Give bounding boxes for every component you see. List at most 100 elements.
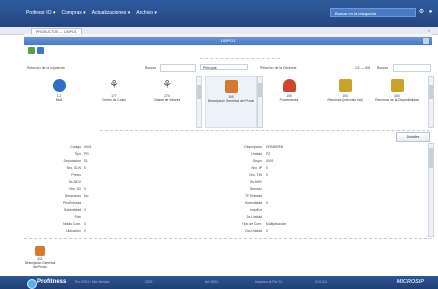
relation-card-proveedores[interactable]: 100 Proveedores (264, 76, 314, 126)
lock-icon (338, 79, 352, 92)
form-field-value[interactable]: 0 (84, 222, 86, 226)
form-field-label: Tipo (74, 152, 81, 156)
form-field-value[interactable]: PZ (266, 152, 270, 156)
app-logo-icon (27, 279, 37, 289)
globe-icon (52, 79, 66, 92)
form-field-label: 2a Unidad (246, 215, 262, 219)
menu-item-profesor[interactable]: Profesor IO ▾ (26, 10, 55, 16)
left-relation-label: Relación de la Izquierda (27, 66, 65, 70)
form-field-value[interactable]: 0 (266, 166, 268, 170)
card-label: Descripción Genérica del Produ (24, 261, 56, 269)
status-print: Impreso al Pie 01 (255, 280, 283, 284)
card-label: Recursos (Intervalo Val) (327, 98, 363, 102)
form-field-label: Notas Com. (63, 222, 81, 226)
window-close-icon[interactable] (423, 38, 429, 44)
form-field-label: Ss-NDV (68, 180, 81, 184)
form-field-label: Ss-NBV (249, 180, 262, 184)
left-search-input[interactable] (160, 64, 196, 72)
form-field-label: Fols (74, 215, 81, 219)
menu-item-archivo[interactable]: Archivo ▾ (136, 10, 157, 16)
right-relation-list: 100 Proveedores 103 Recursos (Intervalo … (264, 76, 429, 126)
form-field-value[interactable]: 0001 (266, 159, 274, 163)
form-field-label: Unidad (251, 152, 262, 156)
form-field-label: Cto.Unidad (245, 229, 262, 233)
center-scrollbar[interactable] (257, 76, 263, 128)
form-field-value[interactable]: PR (84, 152, 89, 156)
form-field-label: Codigo (70, 145, 81, 149)
left-relation-list: 1,2 Mod ⚘ 177 Centro de Costo ⚘ 274 Clas… (24, 76, 194, 126)
card-label: Recursos de la Disponibilidad (375, 98, 419, 102)
card-label: Mod (55, 98, 63, 102)
window-title-bar: 100PO1 (24, 37, 432, 45)
form-field-value[interactable]: 0 (84, 166, 86, 170)
relation-card-clases-valores[interactable]: ⚘ 274 Clases de Valores (142, 76, 192, 126)
global-search-input[interactable]: Buscar en la búsqueda (330, 8, 416, 17)
status-version: Pro 2001 / Ma Versión (75, 280, 110, 284)
right-relation-label: Relación de la Derecha (260, 66, 297, 70)
product-icon (224, 80, 238, 93)
form-field-value[interactable]: HOMEREB (266, 145, 283, 149)
status-article: Art 0001 (205, 280, 219, 284)
grid-view-icon[interactable] (37, 47, 44, 54)
relation-card-recursos-intervalo[interactable]: 103 Recursos (Intervalo Val) (320, 76, 370, 126)
form-field-value[interactable]: 0 (84, 229, 86, 233)
form-field-label: PrioEntrada (63, 201, 81, 205)
menu-item-compras[interactable]: Compras ▾ (61, 10, 85, 16)
card-label: Centro de Costo (101, 98, 126, 102)
form-field-label: Nro. TIN (249, 173, 262, 177)
right-search-label: Buscar (377, 66, 388, 70)
vendor-logo: MICROSIP (396, 279, 424, 285)
form-field-label: TF Entrada (245, 194, 262, 198)
form-field-label: Ubicación (66, 229, 81, 233)
product-icon (35, 246, 45, 256)
form-field-value[interactable]: No (84, 194, 88, 198)
status-year: 2021 (145, 280, 153, 284)
current-product-card[interactable]: 100 Descripción Genérica del Produ (205, 76, 257, 128)
settings-icon[interactable]: ⚙ (418, 9, 425, 16)
form-field-value[interactable]: 0 (84, 187, 86, 191)
relation-type-select[interactable]: Principal (200, 64, 248, 70)
new-record-icon[interactable] (28, 47, 35, 54)
hierarchy-icon: ⚘ (162, 79, 172, 91)
form-field-value[interactable]: 0 (266, 173, 268, 177)
right-list-scrollbar[interactable] (428, 76, 434, 128)
form-field-value[interactable]: 0 (84, 208, 86, 212)
right-search-input[interactable] (393, 64, 431, 72)
form-field-label: Tipo de Com. (241, 222, 262, 226)
form-field-label: Nro. 0D (69, 187, 81, 191)
form-field-value[interactable]: 0001 (84, 145, 92, 149)
main-menu: Profesor IO ▾ Compras ▾ Actualizaciones … (26, 10, 157, 16)
right-range-label: 1/1 — 6/6 (355, 66, 371, 70)
user-menu-icon[interactable]: ● (427, 9, 434, 16)
form-field-label: Subentidad (244, 201, 262, 205)
form-field-value[interactable]: Multiplicación (266, 222, 286, 226)
menu-item-actualizaciones[interactable]: Actualizaciones ▾ (92, 10, 131, 16)
center-divider (200, 58, 280, 59)
app-topbar: Profesor IO ▾ Compras ▾ Actualizaciones … (0, 0, 438, 27)
form-field-label: Nro. ID-N (66, 166, 81, 170)
details-button[interactable]: Detalles (396, 132, 430, 142)
cards-divider (100, 130, 430, 131)
form-field-value[interactable]: 0 (266, 201, 268, 205)
hierarchy-icon: ⚘ (109, 79, 119, 91)
relation-card-mod[interactable]: 1,2 Mod (34, 76, 84, 126)
left-list-scrollbar[interactable] (196, 76, 202, 128)
brand-name: Profitness (37, 279, 67, 285)
form-field-label: Precio (71, 173, 81, 177)
card-label: Descripción Genérica del Produ (207, 99, 255, 103)
close-tab-icon[interactable]: × (428, 28, 430, 33)
window-title: 100PO1 (220, 38, 236, 43)
generic-description-card[interactable]: 001 Descripción Genérica del Produ (24, 245, 56, 275)
card-label: Clases de Valores (153, 98, 181, 102)
form-field-value[interactable]: 0 (266, 229, 268, 233)
form-field-label: Grupo (252, 159, 262, 163)
form-field-label: ImprEnt (250, 208, 262, 212)
form-divider (24, 238, 432, 239)
form-scrollbar[interactable] (428, 143, 434, 237)
card-label: Proveedores (279, 98, 299, 102)
relation-card-recursos-disponibilidad[interactable]: 400 Recursos de la Disponibilidad (372, 76, 422, 126)
form-field-value[interactable]: 01 (84, 159, 88, 163)
lock-icon (390, 79, 404, 92)
status-date: 01/1/24 (315, 280, 327, 284)
relation-card-centro-costo[interactable]: ⚘ 177 Centro de Costo (89, 76, 139, 126)
